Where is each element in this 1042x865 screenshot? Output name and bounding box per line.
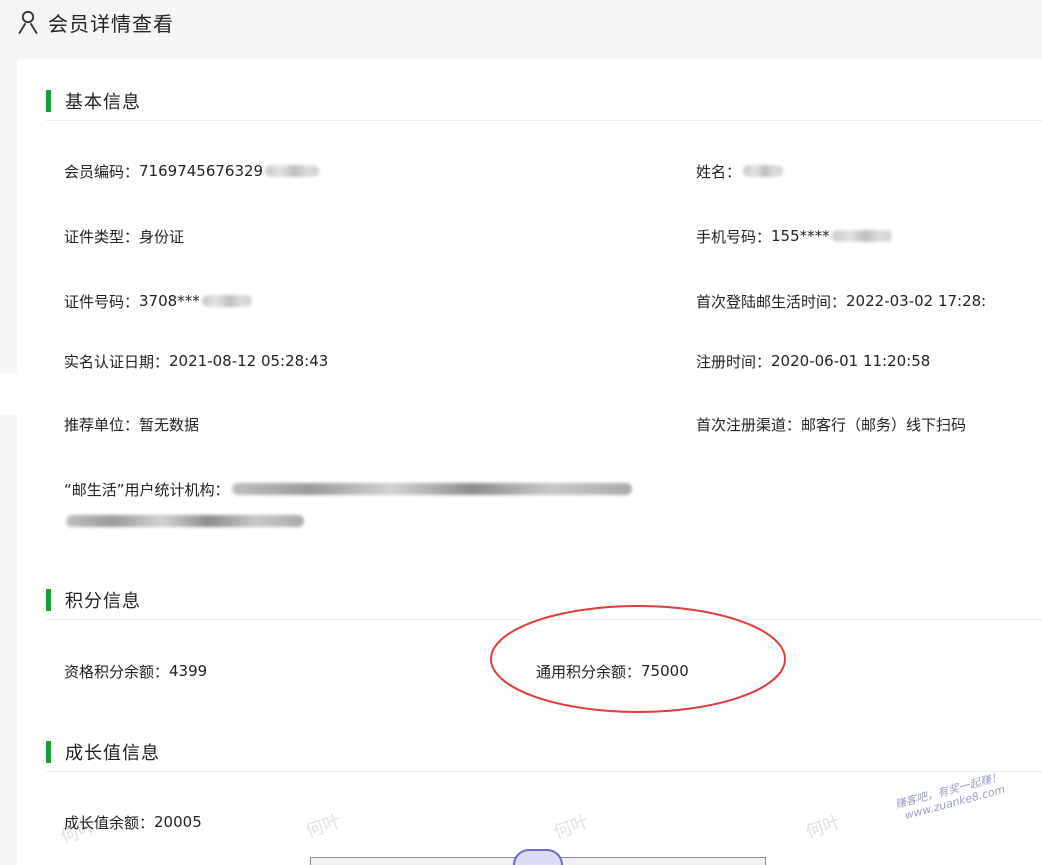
field-first-login: 首次登陆邮生活时间： 2022-03-02 17:28: <box>696 290 986 312</box>
field-value: 暂无数据 <box>139 415 200 434</box>
field-qualification-points: 资格积分余额： 4399 <box>64 660 207 682</box>
field-label: 证件号码： <box>64 292 140 311</box>
field-value: 2020-06-01 11:20:58 <box>771 352 931 370</box>
field-label: 通用积分余额： <box>536 662 642 681</box>
field-value: 4399 <box>169 662 208 680</box>
field-label: 会员编码： <box>64 162 140 181</box>
field-value: 邮客行（邮务）线下扫码 <box>801 415 967 434</box>
section-title: 积分信息 <box>65 590 141 612</box>
field-label: 首次登陆邮生活时间： <box>696 292 847 311</box>
field-id-number: 证件号码： 3708*** <box>64 290 252 312</box>
section-basic-info: 基本信息 <box>46 81 1042 121</box>
section-accent-bar <box>46 89 51 112</box>
redacted-block <box>743 165 784 177</box>
redacted-block <box>231 483 632 495</box>
field-label: 资格积分余额： <box>64 662 170 681</box>
section-title: 基本信息 <box>65 91 141 113</box>
section-accent-bar <box>46 740 51 763</box>
field-value: 7169745676329 <box>139 162 264 180</box>
field-label: 证件类型： <box>64 227 140 246</box>
field-label: 姓名： <box>696 162 742 181</box>
section-title: 成长值信息 <box>65 742 160 764</box>
section-growth-info: 成长值信息 <box>46 732 1042 772</box>
field-stat-org: “邮生活”用户统计机构： <box>64 478 632 500</box>
field-label: 手机号码： <box>696 227 772 246</box>
section-accent-bar <box>46 588 51 611</box>
field-value: 3708*** <box>139 292 200 310</box>
field-stat-org-continued <box>64 510 304 532</box>
floating-button[interactable] <box>513 849 563 865</box>
field-name: 姓名： <box>696 160 784 182</box>
field-label: 实名认证日期： <box>64 352 170 371</box>
field-value: 75000 <box>641 662 689 680</box>
detail-card: 基本信息 会员编码： 7169745676329 姓名： 证件类型： 身份证 手… <box>17 59 1042 865</box>
field-value: 2021-08-12 05:28:43 <box>169 352 329 370</box>
field-first-channel: 首次注册渠道： 邮客行（邮务）线下扫码 <box>696 413 966 435</box>
redacted-block <box>265 165 320 177</box>
field-member-id: 会员编码： 7169745676329 <box>64 160 320 182</box>
page-header: 会员详情查看 <box>18 6 174 38</box>
field-label: “邮生活”用户统计机构： <box>64 480 230 499</box>
redacted-block <box>201 295 252 307</box>
field-value: 2022-03-02 17:28: <box>846 292 987 310</box>
field-general-points: 通用积分余额： 75000 <box>536 660 689 682</box>
member-detail-page: 会员详情查看 基本信息 会员编码： 7169745676329 姓名： 证件类型… <box>0 0 1042 865</box>
redacted-block <box>66 515 304 527</box>
field-phone: 手机号码： 155**** <box>696 225 892 247</box>
page-title: 会员详情查看 <box>48 11 174 36</box>
field-value: 20005 <box>154 813 202 831</box>
side-panel-edge <box>0 373 18 415</box>
field-id-type: 证件类型： 身份证 <box>64 225 184 247</box>
field-value: 155**** <box>771 227 830 245</box>
section-points-info: 积分信息 <box>46 580 1042 620</box>
user-icon <box>18 10 38 34</box>
field-label: 推荐单位： <box>64 415 140 434</box>
redacted-block <box>831 230 892 242</box>
field-value: 身份证 <box>139 227 185 246</box>
field-realname-date: 实名认证日期： 2021-08-12 05:28:43 <box>64 350 328 372</box>
field-label: 注册时间： <box>696 352 772 371</box>
field-label: 首次注册渠道： <box>696 415 802 434</box>
field-register-time: 注册时间： 2020-06-01 11:20:58 <box>696 350 930 372</box>
field-referrer: 推荐单位： 暂无数据 <box>64 413 199 435</box>
